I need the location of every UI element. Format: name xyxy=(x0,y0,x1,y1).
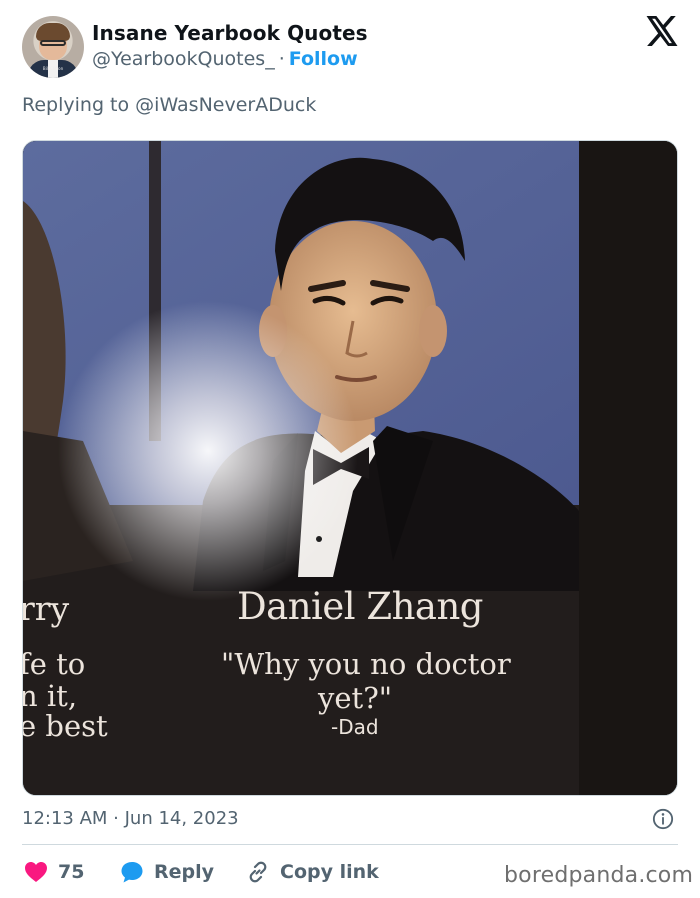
yearbook-quote-attribution: -Dad xyxy=(331,715,379,739)
follow-button[interactable]: Follow xyxy=(289,48,358,70)
source-watermark: boredpanda.com xyxy=(504,863,694,888)
yearbook-fragment-4: e best xyxy=(22,709,108,743)
reply-button[interactable]: Reply xyxy=(120,859,214,885)
heart-icon xyxy=(25,862,47,882)
yearbook-quote-line-2: yet?" xyxy=(318,681,393,715)
copy-link-button[interactable]: Copy link xyxy=(246,859,379,885)
avatar-glasses xyxy=(40,40,66,46)
replying-to: Replying to @iWasNeverADuck xyxy=(22,94,316,116)
yearbook-fragment-3: n it, xyxy=(22,679,78,713)
yearbook-fragment-1: rry xyxy=(22,589,70,628)
handle-separator: · xyxy=(278,48,285,70)
yearbook-quote-line-1: "Why you no doctor xyxy=(221,647,511,681)
tweet-card: Bill Clifton Insane Yearbook Quotes @Yea… xyxy=(0,0,700,898)
link-icon xyxy=(249,861,267,883)
replying-prefix: Replying to xyxy=(22,94,130,116)
reply-mention-link[interactable]: @iWasNeverADuck xyxy=(135,94,316,116)
avatar-caption: Bill Clifton xyxy=(42,66,64,71)
like-button[interactable]: 75 xyxy=(24,859,84,885)
tweet-timestamp[interactable]: 12:13 AM · Jun 14, 2023 xyxy=(22,808,239,829)
like-count: 75 xyxy=(58,861,85,883)
yearbook-fragment-2: fe to xyxy=(22,647,86,681)
author-handle-row: @YearbookQuotes_ · Follow xyxy=(92,48,358,70)
avatar-hair xyxy=(36,23,70,41)
tweet-photo[interactable]: rry fe to n it, e best Daniel Zhang "Why… xyxy=(22,140,678,796)
x-logo-icon[interactable] xyxy=(646,16,679,46)
reply-label: Reply xyxy=(154,861,215,883)
avatar[interactable]: Bill Clifton xyxy=(22,16,84,78)
info-icon[interactable] xyxy=(652,808,674,830)
divider xyxy=(22,844,678,845)
reply-bubble-icon xyxy=(121,862,143,883)
author-name[interactable]: Insane Yearbook Quotes xyxy=(92,21,368,45)
author-handle[interactable]: @YearbookQuotes_ xyxy=(92,48,275,70)
copy-link-label: Copy link xyxy=(280,861,379,883)
yearbook-student-name: Daniel Zhang xyxy=(237,585,484,628)
